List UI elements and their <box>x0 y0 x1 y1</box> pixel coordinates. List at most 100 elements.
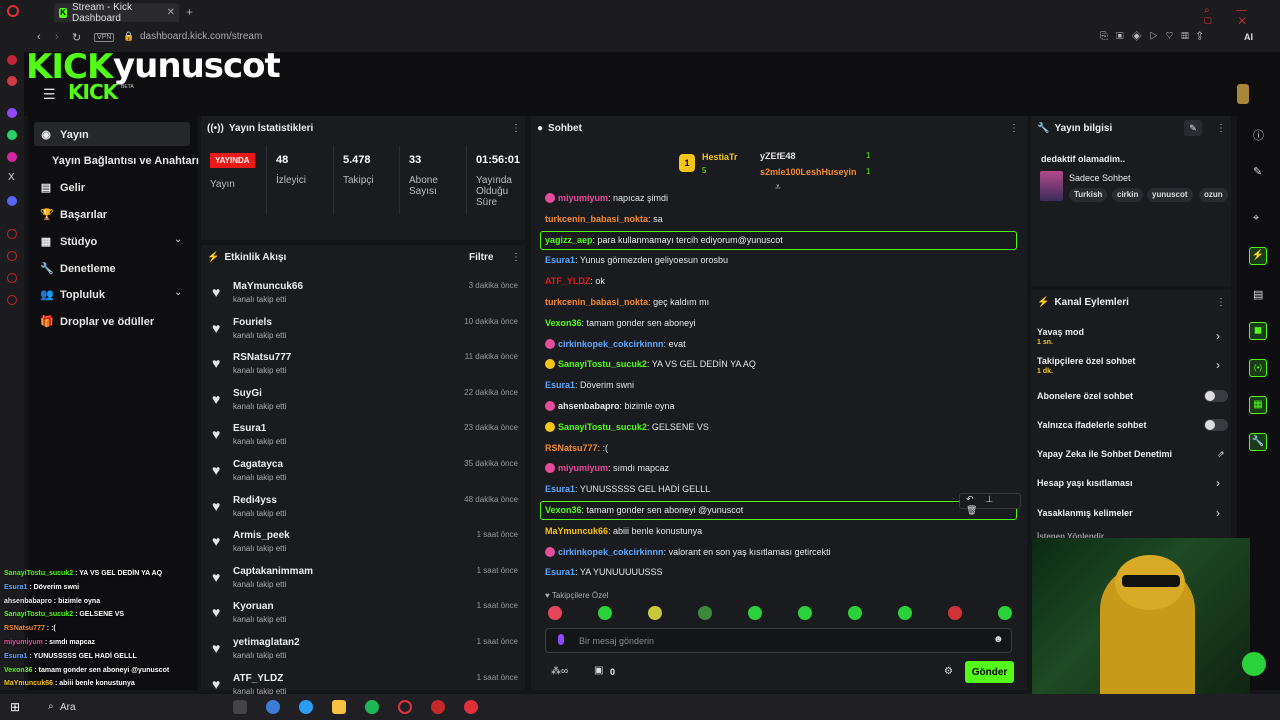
chat-message[interactable]: turkcenin_babasi_nokta: sa <box>545 214 663 224</box>
emoji-icon[interactable]: ☻ <box>993 634 1004 645</box>
history-icon[interactable] <box>7 229 17 239</box>
nav-item-studyo[interactable]: ▦ Stüdyo <box>40 235 97 249</box>
activity-item[interactable]: ♥ Armis_peek kanalı takip etti 1 saat önce <box>210 530 520 564</box>
activity-item[interactable]: ♥ Kyoruan kanalı takip etti 1 saat önce <box>210 601 520 635</box>
chevron-down-icon[interactable]: ⌄ <box>174 287 182 298</box>
whatsapp-icon[interactable] <box>7 130 17 140</box>
task-view-icon[interactable] <box>233 700 247 714</box>
document-icon[interactable]: ▤ <box>1253 288 1263 301</box>
chat-username[interactable]: RSNatsu777 <box>545 443 598 453</box>
chat-username[interactable]: Esura1 <box>545 567 575 577</box>
stream-info-menu-icon[interactable]: ⋮ <box>1216 123 1226 134</box>
forward-icon[interactable]: › <box>55 31 59 43</box>
nav-item-denetleme[interactable]: 🔧 Denetleme <box>40 262 116 276</box>
chevron-right-icon[interactable]: › <box>1216 506 1220 520</box>
chat-username[interactable]: Esura1 <box>545 255 575 265</box>
chat-message[interactable]: Esura1: YUNUSSSSS GEL HADİ GELLL <box>545 484 710 494</box>
activity-username[interactable]: Esura1 <box>233 423 266 434</box>
chat-message[interactable]: Esura1: Döverim swni <box>545 380 634 390</box>
activity-username[interactable]: SuyGi <box>233 388 262 399</box>
send-button[interactable]: Gönder <box>965 661 1014 683</box>
activity-item[interactable]: ♥ Captakanimmam kanalı takip etti 1 saat ön… <box>210 566 520 600</box>
chat-message[interactable]: yagizz_aep: para kullanmamayı tercih edi… <box>545 235 783 245</box>
chat-message[interactable]: RSNatsu777: :( <box>545 443 608 453</box>
chat-menu-icon[interactable]: ⋮ <box>1009 123 1019 134</box>
toolbar-icons[interactable]: ⎘▣◈▷♡▦⇪ <box>1100 31 1211 42</box>
nav-item-yayin[interactable]: ◉ Yayın <box>40 128 89 142</box>
opera-taskbar-icon[interactable] <box>398 700 412 714</box>
opera-icon[interactable] <box>7 5 19 17</box>
activity-item[interactable]: ♥ RSNatsu777 kanalı takip etti 11 dakika ön… <box>210 352 520 386</box>
chat-username[interactable]: Esura1 <box>545 484 575 494</box>
emote-icon[interactable] <box>648 606 662 620</box>
chat-message[interactable]: MaYmuncuk66: abiii benle konustunya <box>545 526 702 536</box>
edit-icon[interactable]: ✎ <box>1184 120 1202 136</box>
discord-icon[interactable] <box>7 196 17 206</box>
kick-logo[interactable]: KICK <box>26 50 113 84</box>
chat-message[interactable]: ahsenbabapro: bizimle oyna <box>545 401 675 411</box>
activity-username[interactable]: RSNatsu777 <box>233 352 291 363</box>
chat-username[interactable]: ahsenbabapro <box>558 401 620 411</box>
activity-item[interactable]: ♥ Fouriels kanalı takip etti 10 dakika önce <box>210 317 520 351</box>
chat-username[interactable]: cirkinkopek_cokcirkinnn <box>558 547 664 557</box>
stats-menu-icon[interactable]: ⋮ <box>511 123 521 134</box>
stream-tag[interactable]: Turkish <box>1069 188 1108 202</box>
chevron-right-icon[interactable]: › <box>1216 476 1220 490</box>
chat-message[interactable]: turkcenin_babasi_nokta: geç kaldım mı <box>545 297 709 307</box>
twitch-icon[interactable] <box>7 108 17 118</box>
chevron-right-icon[interactable]: › <box>1216 329 1220 343</box>
channel-actions-menu-icon[interactable]: ⋮ <box>1216 297 1226 308</box>
chat-username[interactable]: SanayiTostu_sucuk2 <box>558 422 647 432</box>
chat-message[interactable]: cirkinkopek_cokcirkinnn: evat <box>545 338 686 349</box>
edge-icon[interactable] <box>299 700 313 714</box>
chat-message[interactable]: SanayiTostu_sucuk2: GELSENE VS <box>545 421 709 432</box>
activity-item[interactable]: ♥ Esura1 kanalı takip etti 23 dakika önce <box>210 423 520 457</box>
emote-icon[interactable] <box>748 606 762 620</box>
activity-username[interactable]: Captakanimmam <box>233 566 313 577</box>
broadcast-button[interactable]: (•) <box>1249 359 1267 377</box>
activity-menu-icon[interactable]: ⋮ <box>511 252 521 263</box>
nav-item-gelir[interactable]: ▤ Gelir <box>40 181 85 195</box>
downloads-icon[interactable] <box>7 251 17 261</box>
chat-message[interactable]: cirkinkopek_cokcirkinnn: valorant en son… <box>545 546 831 557</box>
emote-chat-toggle[interactable] <box>1204 419 1228 431</box>
instagram-icon[interactable] <box>7 152 17 162</box>
chat-message[interactable]: SanayiTostu_sucuk2: YA VS GEL DEDİN YA A… <box>545 359 756 370</box>
nav-item-topluluk[interactable]: 👥 Topluluk <box>40 288 105 302</box>
subs-chat-toggle[interactable] <box>1204 390 1228 402</box>
taskbar-search[interactable]: Ara <box>60 702 76 713</box>
message-actions[interactable]: ↶⊥🗑 <box>959 493 1021 515</box>
chat-message[interactable]: miyumiyum: sımdı mapcaz <box>545 463 669 474</box>
search-icon[interactable]: ⌕ <box>48 701 54 712</box>
panel-button[interactable]: ▦ <box>1249 396 1267 414</box>
activity-item[interactable]: ♥ yetimaglatan2 kanalı takip etti 1 saat ön… <box>210 637 520 671</box>
chat-username[interactable]: turkcenin_babasi_nokta <box>545 214 648 224</box>
nav-item-stream-key[interactable]: Yayın Bağlantısı ve Anahtarı <box>52 155 199 167</box>
green-circle-icon[interactable] <box>1242 652 1266 676</box>
browser-tab[interactable]: K Stream - Kick Dashboard ✕ <box>54 2 179 24</box>
chat-username[interactable]: SanayiTostu_sucuk2 <box>558 359 647 369</box>
copilot-icon[interactable] <box>266 700 280 714</box>
store-icon[interactable]: ▣ <box>594 665 603 676</box>
stream-tag[interactable]: ozun <box>1199 188 1228 202</box>
chat-username[interactable]: turkcenin_babasi_nokta <box>545 297 648 307</box>
chat-settings-icon[interactable]: ⚙ <box>944 666 953 677</box>
bookmarks-icon[interactable] <box>7 273 17 283</box>
explorer-icon[interactable] <box>332 700 346 714</box>
x-icon[interactable]: X <box>8 172 15 183</box>
mic-icon[interactable] <box>558 634 564 645</box>
menu-icon[interactable]: ☰ <box>43 86 56 103</box>
chat-message[interactable]: Vexon36: tamam gonder sen aboneyi <box>545 318 696 328</box>
activity-item[interactable]: ♥ SuyGi kanalı takip etti 22 dakika önce <box>210 388 520 422</box>
emote-icon[interactable] <box>548 606 562 620</box>
chat-username[interactable]: Esura1 <box>545 380 575 390</box>
reload-icon[interactable]: ↻ <box>72 31 81 44</box>
activity-item[interactable]: ♥ Cagatayca kanalı takip etti 35 dakika önc… <box>210 459 520 493</box>
focus-icon[interactable]: ⌖ <box>1253 212 1259 225</box>
chat-username[interactable]: Vexon36 <box>545 505 582 515</box>
url-text[interactable]: dashboard.kick.com/stream <box>140 31 262 42</box>
points-icon[interactable]: ⁂∞ <box>551 666 568 677</box>
activity-username[interactable]: MaYmuncuk66 <box>233 281 303 292</box>
emote-icon[interactable] <box>998 606 1012 620</box>
activity-username[interactable]: Redi4yss <box>233 495 277 506</box>
